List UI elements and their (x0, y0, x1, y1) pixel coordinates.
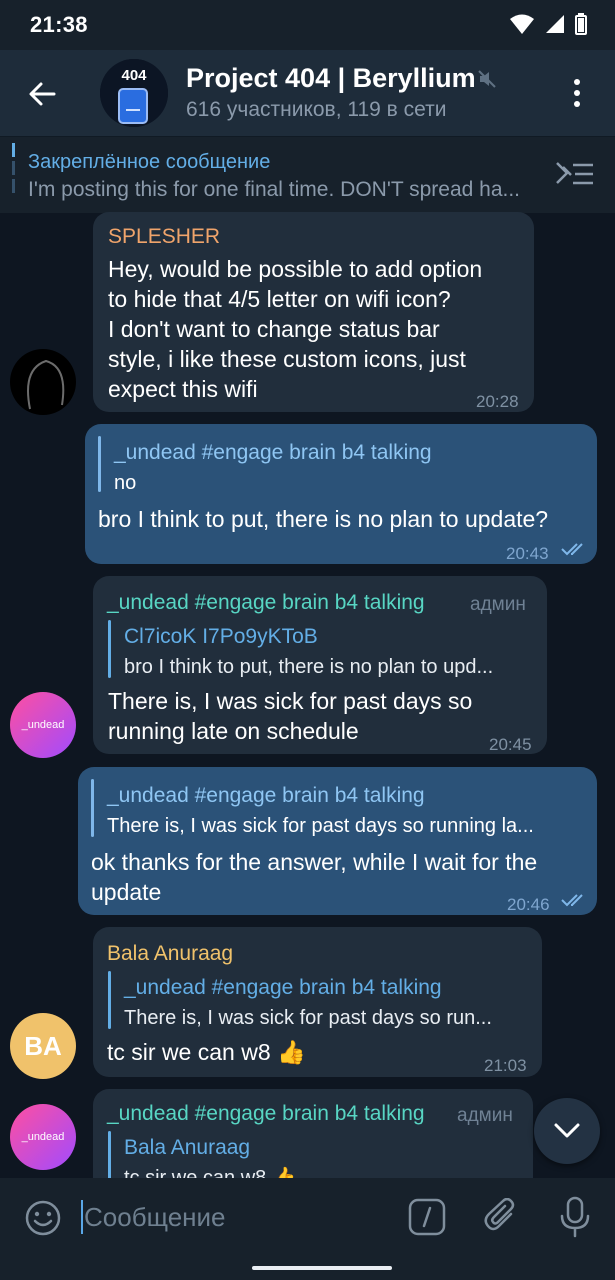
reply-bar (91, 779, 94, 837)
admin-badge: админ (457, 1105, 513, 1126)
admin-badge: админ (470, 594, 526, 615)
mute-icon (478, 70, 496, 88)
message-bubble[interactable]: _undead #engage brain b4 talking админ B… (93, 1089, 533, 1178)
message-bubble[interactable]: SPLESHER Hey, would be possible to add o… (93, 212, 534, 412)
chat-avatar-label: 404 (121, 67, 147, 84)
message-sender[interactable]: _undead #engage brain b4 talking (107, 588, 425, 618)
message-time: 20:46 (507, 895, 550, 914)
reply-name: _undead #engage brain b4 talking (114, 441, 432, 464)
battery-icon (575, 13, 587, 35)
home-indicator[interactable] (252, 1266, 392, 1270)
reply-bar (108, 1131, 111, 1178)
reply-text: There is, I was sick for past days so ru… (124, 1007, 492, 1029)
status-time: 21:38 (30, 12, 88, 37)
reply-name: _undead #engage brain b4 talking (124, 976, 442, 999)
back-arrow-icon[interactable] (26, 78, 58, 110)
reply-bar (108, 620, 111, 678)
mic-icon[interactable] (558, 1196, 592, 1238)
reply-text: There is, I was sick for past days so ru… (107, 815, 534, 837)
avatar[interactable]: BA (10, 1013, 76, 1079)
reply-text: no (114, 472, 137, 494)
pinned-text: I'm posting this for one final time. DON… (28, 178, 521, 201)
avatar[interactable] (10, 349, 76, 415)
message-text: bro I think to put, there is no plan to … (98, 506, 549, 532)
check-double-icon (561, 893, 587, 907)
chat-title[interactable]: Project 404 | Beryllium (186, 63, 476, 94)
chat-avatar[interactable]: 404 (100, 59, 168, 127)
reply-quote[interactable]: Cl7icoK I7Po9yKToB bro I think to put, t… (108, 620, 533, 678)
avatar[interactable]: _undead (10, 692, 76, 758)
pinned-message[interactable]: Закреплённое сообщение I'm posting this … (0, 136, 615, 213)
message-time: 20:43 (506, 544, 549, 563)
message-sender[interactable]: _undead #engage brain b4 talking (107, 1099, 425, 1129)
pinned-title: Закреплённое сообщение (28, 151, 271, 173)
signal-icon (545, 14, 565, 34)
reply-quote[interactable]: _undead #engage brain b4 talking There i… (108, 971, 528, 1029)
avatar-label: _undead (21, 719, 65, 731)
bot-command-icon[interactable] (408, 1198, 446, 1236)
status-icons (509, 13, 587, 35)
message-time: 20:45 (489, 735, 532, 754)
text-caret (81, 1200, 83, 1234)
message-sender[interactable]: SPLESHER (108, 222, 220, 252)
reply-name: Bala Anuraag (124, 1136, 251, 1159)
scroll-down-button[interactable] (534, 1098, 600, 1164)
reply-quote[interactable]: Bala Anuraag tc sir we can w8 👍 (108, 1131, 518, 1178)
message-text: Hey, would be possible to add option to … (108, 256, 483, 402)
check-double-icon (561, 542, 587, 556)
reply-quote[interactable]: _undead #engage brain b4 talking no (98, 436, 578, 494)
more-vert-icon[interactable] (570, 78, 584, 108)
wifi-icon (509, 13, 535, 35)
message-bubble[interactable]: Bala Anuraag _undead #engage brain b4 ta… (93, 927, 542, 1077)
emoji-icon[interactable] (24, 1199, 62, 1237)
reply-quote[interactable]: _undead #engage brain b4 talking There i… (91, 779, 581, 837)
reply-text: bro I think to put, there is no plan to … (124, 656, 494, 678)
message-text: tc sir we can w8 👍 (107, 1039, 306, 1065)
attach-icon[interactable] (483, 1198, 521, 1236)
message-input[interactable]: Сообщение (84, 1202, 226, 1233)
reply-text: tc sir we can w8 👍 (124, 1167, 297, 1178)
message-input-bar: Сообщение (0, 1178, 615, 1280)
chat-subtitle: 616 участников, 119 в сети (186, 98, 447, 121)
message-bubble[interactable]: _undead #engage brain b4 talking no bro … (85, 424, 597, 564)
unpin-icon[interactable] (553, 159, 595, 189)
reply-name: Cl7icoK I7Po9yKToB (124, 625, 318, 648)
status-bar: 21:38 (0, 0, 615, 50)
message-text: There is, I was sick for past days so ru… (108, 688, 473, 744)
message-sender[interactable]: Bala Anuraag (107, 939, 233, 969)
chevron-down-icon (553, 1122, 581, 1140)
reply-name: _undead #engage brain b4 talking (107, 784, 425, 807)
reply-bar (108, 971, 111, 1029)
avatar-label: _undead (21, 1131, 65, 1143)
message-bubble[interactable]: _undead #engage brain b4 talking админ C… (93, 576, 547, 754)
pinned-indicator (12, 143, 15, 199)
chat-header: 404 Project 404 | Beryllium 616 участник… (0, 50, 615, 136)
avatar[interactable]: _undead (10, 1104, 76, 1170)
message-time: 20:28 (476, 392, 519, 411)
reply-bar (98, 436, 101, 492)
avatar-initials: BA (24, 1030, 62, 1061)
message-bubble[interactable]: _undead #engage brain b4 talking There i… (78, 767, 597, 915)
message-time: 21:03 (484, 1056, 527, 1075)
